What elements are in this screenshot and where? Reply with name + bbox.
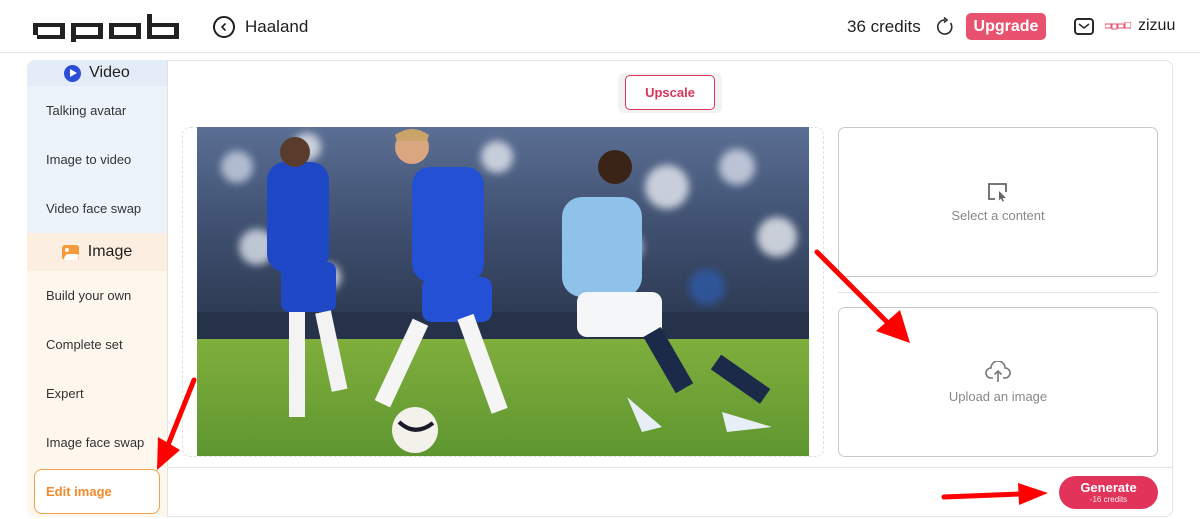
back-button[interactable] [213, 16, 235, 38]
sidebar-item-complete-set[interactable]: Complete set [46, 337, 123, 352]
divider [838, 292, 1158, 293]
sidebar-item-image-face-swap[interactable]: Image face swap [46, 435, 144, 450]
upload-image-label: Upload an image [948, 388, 1048, 404]
user-avatar-logo [1105, 22, 1131, 30]
upgrade-button[interactable]: Upgrade [966, 13, 1046, 40]
cloud-upload-icon [985, 360, 1011, 382]
refresh-icon[interactable] [935, 17, 955, 37]
select-cursor-icon [988, 182, 1007, 201]
upload-image-slot[interactable]: Upload an image [838, 307, 1158, 457]
select-content-label: Select a content [951, 207, 1045, 223]
project-title: Haaland [245, 17, 309, 36]
mail-icon[interactable] [1074, 18, 1094, 35]
sidebar-section-header-image: Image [27, 233, 167, 271]
sidebar-item-expert[interactable]: Expert [46, 386, 84, 401]
back-icon [220, 22, 227, 32]
sidebar: Video Talking avatar Image to video Vide… [27, 60, 168, 517]
top-bar: Haaland 36 credits Upgrade zizuu [0, 0, 1200, 53]
football-photo [197, 127, 809, 456]
footer-divider [168, 467, 1173, 468]
image-icon [61, 244, 79, 260]
generate-cost: -16 credits [1089, 494, 1128, 504]
section-title: Image [87, 243, 133, 260]
upscale-button[interactable]: Upscale [625, 75, 715, 110]
sidebar-section-header-video: Video [27, 60, 167, 86]
sidebar-item-talking-avatar[interactable]: Talking avatar [46, 103, 126, 118]
source-photo[interactable] [197, 127, 809, 456]
generate-label: Generate [1080, 479, 1137, 495]
credits-count: 36 credits [847, 17, 921, 36]
generate-button[interactable]: Generate -16 credits [1059, 476, 1158, 509]
sidebar-item-build-your-own[interactable]: Build your own [46, 288, 131, 303]
sidebar-section-video: Video Talking avatar Image to video Vide… [27, 60, 167, 233]
sidebar-item-video-face-swap[interactable]: Video face swap [46, 201, 141, 216]
apob-logo[interactable] [33, 14, 179, 42]
username[interactable]: zizuu [1138, 17, 1175, 35]
select-content-slot[interactable]: Select a content [838, 127, 1158, 277]
sidebar-item-image-to-video[interactable]: Image to video [46, 152, 131, 167]
play-icon [64, 64, 82, 82]
section-title: Video [89, 64, 130, 81]
sidebar-item-edit-image[interactable]: Edit image [34, 469, 160, 514]
